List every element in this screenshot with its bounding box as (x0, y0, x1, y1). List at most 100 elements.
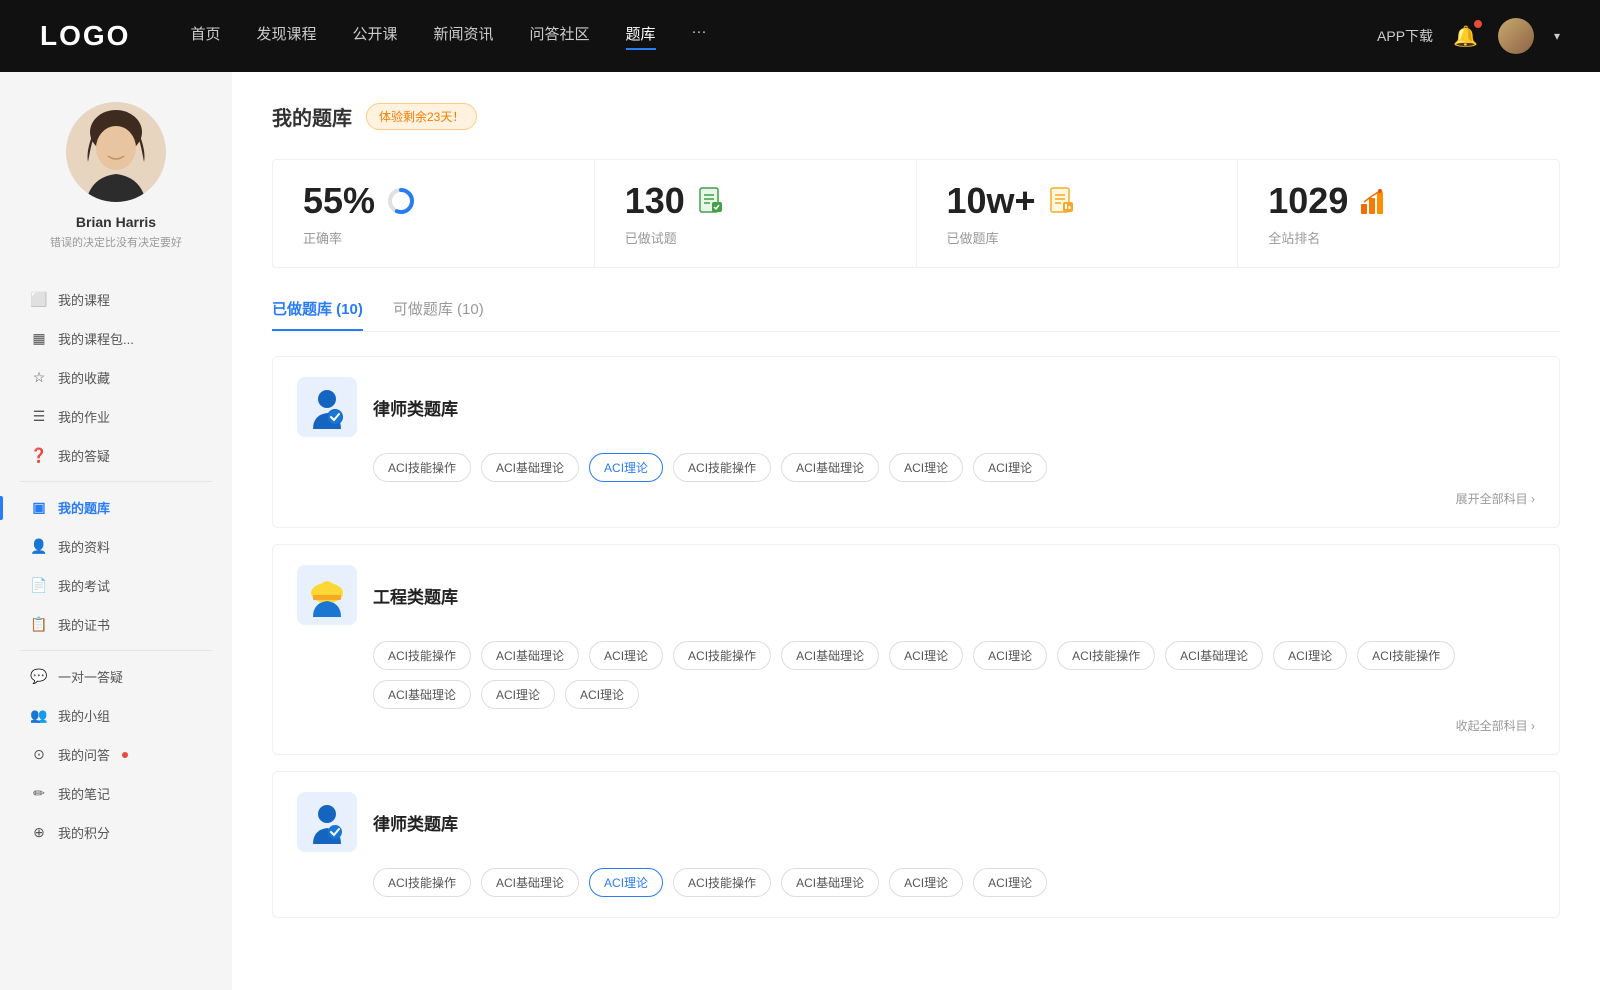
lawyer-svg (305, 385, 349, 429)
tab-available-banks[interactable]: 可做题库 (10) (393, 298, 484, 331)
quiz-tag[interactable]: ACI理论 (565, 680, 639, 709)
quiz-tag[interactable]: ACI理论 (1273, 641, 1347, 670)
nav-news[interactable]: 新闻资讯 (434, 23, 494, 50)
sidebar-item-favorites[interactable]: ☆ 我的收藏 (0, 358, 232, 397)
stat-label-banks: 已做题库 (947, 228, 1208, 247)
quiz-tag[interactable]: ACI理论 (889, 453, 963, 482)
quiz-tag[interactable]: ACI理论 (973, 453, 1047, 482)
sidebar-item-label: 我的积分 (58, 823, 110, 842)
quiz-tag[interactable]: ACI基础理论 (481, 453, 579, 482)
quiz-tag[interactable]: ACI理论 (973, 868, 1047, 897)
chat-icon: 💬 (30, 668, 48, 685)
stat-label-done: 已做试题 (625, 228, 886, 247)
lawyer-svg-2 (305, 800, 349, 844)
notification-bell[interactable]: 🔔 (1453, 24, 1478, 49)
quiz-tags-lawyer-2: ACI技能操作 ACI基础理论 ACI理论 ACI技能操作 ACI基础理论 AC… (373, 868, 1535, 897)
stat-value-done: 130 (625, 180, 685, 222)
bell-badge (1474, 20, 1482, 28)
stat-rank: 1029 全站排名 (1238, 160, 1559, 267)
sidebar-item-label: 我的答疑 (58, 446, 110, 465)
sidebar-item-label: 我的题库 (58, 498, 110, 517)
main-content: 我的题库 体验剩余23天！ 55% 正确率 13 (232, 72, 1600, 990)
sidebar-menu: ⬜ 我的课程 ▦ 我的课程包... ☆ 我的收藏 ☰ 我的作业 ❓ 我的答疑 ▣ (0, 280, 232, 852)
page-header: 我的题库 体验剩余23天！ (272, 102, 1560, 131)
quiz-tag[interactable]: ACI理论 (481, 680, 555, 709)
quiz-tag[interactable]: ACI基础理论 (373, 680, 471, 709)
quiz-bank-title: 律师类题库 (373, 810, 458, 835)
cert-icon: 📋 (30, 616, 48, 633)
topnav-right: APP下载 🔔 ▾ (1377, 18, 1560, 54)
quiz-card-header: 律师类题库 (297, 792, 1535, 852)
quiz-tag[interactable]: ACI技能操作 (373, 868, 471, 897)
sidebar-item-homework[interactable]: ☰ 我的作业 (0, 397, 232, 436)
quiz-tag[interactable]: ACI技能操作 (673, 641, 771, 670)
tab-done-banks[interactable]: 已做题库 (10) (272, 298, 363, 331)
packages-icon: ▦ (30, 330, 48, 347)
sidebar-item-profile[interactable]: 👤 我的资料 (0, 527, 232, 566)
sidebar-item-my-qa[interactable]: ⊙ 我的问答 (0, 735, 232, 774)
notes-icon: ✏ (30, 785, 48, 802)
quiz-tag[interactable]: ACI技能操作 (373, 453, 471, 482)
done-banks-icon (1046, 185, 1078, 217)
sidebar-item-my-courses[interactable]: ⬜ 我的课程 (0, 280, 232, 319)
quiz-tag[interactable]: ACI技能操作 (1357, 641, 1455, 670)
stats-row: 55% 正确率 130 (272, 159, 1560, 268)
quiz-bank-title: 律师类题库 (373, 395, 458, 420)
quiz-tag-active[interactable]: ACI理论 (589, 868, 663, 897)
quiz-tag[interactable]: ACI基础理论 (481, 641, 579, 670)
user-avatar[interactable] (1498, 18, 1534, 54)
quiz-tag[interactable]: ACI技能操作 (1057, 641, 1155, 670)
sidebar-item-label: 我的证书 (58, 615, 110, 634)
expand-button-1[interactable]: 展开全部科目 › (297, 490, 1535, 507)
sidebar-item-certificates[interactable]: 📋 我的证书 (0, 605, 232, 644)
logo: LOGO (40, 20, 130, 52)
quiz-tag[interactable]: ACI技能操作 (673, 453, 771, 482)
main-layout: Brian Harris 错误的决定比没有决定要好 ⬜ 我的课程 ▦ 我的课程包… (0, 72, 1600, 990)
sidebar-item-one-on-one[interactable]: 💬 一对一答疑 (0, 657, 232, 696)
sidebar-item-course-packages[interactable]: ▦ 我的课程包... (0, 319, 232, 358)
engineer-icon (297, 565, 357, 625)
quiz-tag[interactable]: ACI基础理论 (781, 868, 879, 897)
quiz-card-lawyer-2: 律师类题库 ACI技能操作 ACI基础理论 ACI理论 ACI技能操作 ACI基… (272, 771, 1560, 918)
quiz-tag[interactable]: ACI理论 (889, 641, 963, 670)
quiz-tag[interactable]: ACI基础理论 (781, 641, 879, 670)
stat-done-questions: 130 已做试题 (595, 160, 917, 267)
quiz-tag[interactable]: ACI理论 (973, 641, 1047, 670)
avatar-chevron-icon[interactable]: ▾ (1554, 29, 1560, 43)
page-title: 我的题库 (272, 102, 352, 131)
sidebar-item-label: 我的收藏 (58, 368, 110, 387)
doc-green-icon (696, 186, 726, 216)
qa-icon: ❓ (30, 447, 48, 464)
quiz-tag[interactable]: ACI基础理论 (1165, 641, 1263, 670)
avatar-image (1498, 18, 1534, 54)
quiz-tag[interactable]: ACI技能操作 (373, 641, 471, 670)
stat-value-banks: 10w+ (947, 180, 1036, 222)
quiz-card-header: 律师类题库 (297, 377, 1535, 437)
sidebar-item-points[interactable]: ⊕ 我的积分 (0, 813, 232, 852)
nav-discover[interactable]: 发现课程 (256, 23, 316, 50)
bell-icon: 🔔 (1453, 26, 1478, 48)
sidebar-item-groups[interactable]: 👥 我的小组 (0, 696, 232, 735)
sidebar-item-answers[interactable]: ❓ 我的答疑 (0, 436, 232, 475)
sidebar-item-notes[interactable]: ✏ 我的笔记 (0, 774, 232, 813)
nav-open-course[interactable]: 公开课 (352, 23, 397, 50)
sidebar-item-quiz-bank[interactable]: ▣ 我的题库 (0, 488, 232, 527)
nav-quiz[interactable]: 题库 (626, 23, 656, 50)
nav-links: 首页 发现课程 公开课 新闻资讯 问答社区 题库 ··· (190, 23, 1377, 50)
nav-more[interactable]: ··· (692, 23, 707, 50)
quiz-tag[interactable]: ACI理论 (589, 641, 663, 670)
quiz-tag-active[interactable]: ACI理论 (589, 453, 663, 482)
homework-icon: ☰ (30, 408, 48, 425)
sidebar-item-exams[interactable]: 📄 我的考试 (0, 566, 232, 605)
quiz-tag[interactable]: ACI理论 (889, 868, 963, 897)
nav-qa[interactable]: 问答社区 (530, 23, 590, 50)
app-download-button[interactable]: APP下载 (1377, 26, 1433, 46)
quiz-tag[interactable]: ACI基础理论 (781, 453, 879, 482)
collapse-button-2[interactable]: 收起全部科目 › (297, 717, 1535, 734)
quiz-tag[interactable]: ACI技能操作 (673, 868, 771, 897)
sidebar-item-label: 我的资料 (58, 537, 110, 556)
quiz-tag[interactable]: ACI基础理论 (481, 868, 579, 897)
nav-home[interactable]: 首页 (190, 23, 220, 50)
tabs: 已做题库 (10) 可做题库 (10) (272, 298, 1560, 332)
stat-label-accuracy: 正确率 (303, 228, 564, 247)
